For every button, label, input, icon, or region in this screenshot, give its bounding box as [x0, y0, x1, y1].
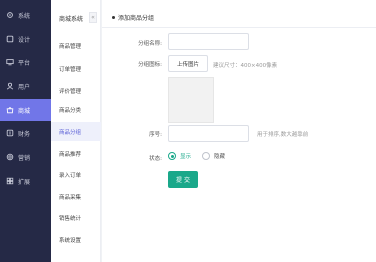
sidebar-item-marketing[interactable]: 营销 — [0, 146, 51, 168]
submit-button[interactable]: 提 交 — [168, 171, 198, 188]
app-window: 系统 设计 平台 用户 商城 财务 营销 扩展 商城系统 商品管理 订单管理 评… — [0, 0, 376, 262]
finance-icon — [5, 129, 14, 138]
group-name-label: 分组名称: — [138, 41, 162, 47]
sidebar-item-label: 商城 — [18, 107, 31, 115]
page-title: 添加商品分组 — [112, 13, 154, 22]
submenu-title: 商城系统 — [59, 16, 84, 23]
sidebar-item-shop[interactable]: 商城 — [0, 99, 51, 121]
marketing-icon — [5, 153, 14, 162]
status-radio-hide[interactable]: 隐藏 — [202, 152, 225, 160]
order-input[interactable] — [168, 125, 249, 142]
shop-icon — [5, 106, 14, 115]
status-label: 状态: — [149, 156, 162, 162]
sidebar-item-label: 财务 — [18, 130, 31, 138]
sidebar-item-platform[interactable]: 平台 — [0, 51, 51, 73]
sidebar-item-extension[interactable]: 扩展 — [0, 170, 51, 192]
status-radio-show[interactable]: 显示 — [168, 152, 191, 160]
title-divider — [102, 27, 376, 28]
group-icon-label: 分组图标: — [138, 62, 162, 68]
main-content: 添加商品分组 分组名称: 分组图标: 上传图片 建议尺寸：400×400像素 序… — [102, 0, 376, 262]
radio-label: 显示 — [180, 154, 192, 160]
order-hint: 用于排序,数大越靠前 — [257, 132, 309, 138]
settings-icon — [5, 11, 14, 20]
submenu-item-products[interactable]: 商品管理 — [51, 36, 101, 55]
order-label: 序号: — [149, 132, 162, 138]
submenu-item-reviews[interactable]: 评价管理 — [51, 81, 101, 100]
sidebar-item-label: 系统 — [18, 12, 31, 20]
submenu-item-groups[interactable]: 商品分组 — [51, 122, 101, 141]
icon-size-hint: 建议尺寸：400×400像素 — [213, 63, 278, 69]
submenu-item-stats[interactable]: 销售统计 — [51, 208, 101, 227]
group-name-input[interactable] — [168, 33, 249, 50]
submenu-item-enter-order[interactable]: 录入订单 — [51, 165, 101, 184]
submenu-item-recommend[interactable]: 商品推荐 — [51, 144, 101, 163]
primary-sidebar: 系统 设计 平台 用户 商城 财务 营销 扩展 — [0, 0, 51, 262]
page-title-text: 添加商品分组 — [118, 15, 155, 22]
sidebar-item-label: 营销 — [18, 154, 31, 162]
submenu-item-orders[interactable]: 订单管理 — [51, 59, 101, 78]
upload-image-button[interactable]: 上传图片 — [168, 55, 208, 72]
sidebar-item-design[interactable]: 设计 — [0, 28, 51, 50]
submenu-panel: 商城系统 商品管理 订单管理 评价管理 商品分类 商品分组 商品推荐 录入订单 … — [51, 0, 101, 262]
submenu-item-settings[interactable]: 系统设置 — [51, 230, 101, 249]
radio-checked-icon — [168, 152, 176, 160]
sidebar-item-system[interactable]: 系统 — [0, 4, 51, 26]
submenu-item-collect[interactable]: 商品采集 — [51, 187, 101, 206]
title-bullet-icon — [112, 16, 115, 19]
radio-unchecked-icon — [202, 152, 210, 160]
design-icon — [5, 35, 14, 44]
sidebar-item-label: 平台 — [18, 59, 31, 67]
submenu-item-categories[interactable]: 商品分类 — [51, 100, 101, 119]
sidebar-item-finance[interactable]: 财务 — [0, 122, 51, 144]
sidebar-item-user[interactable]: 用户 — [0, 75, 51, 97]
platform-icon — [5, 58, 14, 67]
sidebar-item-label: 扩展 — [18, 178, 31, 186]
extension-icon — [5, 177, 14, 186]
sidebar-item-label: 设计 — [18, 36, 31, 44]
sidebar-item-label: 用户 — [18, 83, 31, 91]
radio-label: 隐藏 — [214, 154, 226, 160]
image-preview — [168, 77, 214, 123]
collapse-submenu-button[interactable]: « — [89, 12, 97, 23]
user-icon — [5, 82, 14, 91]
